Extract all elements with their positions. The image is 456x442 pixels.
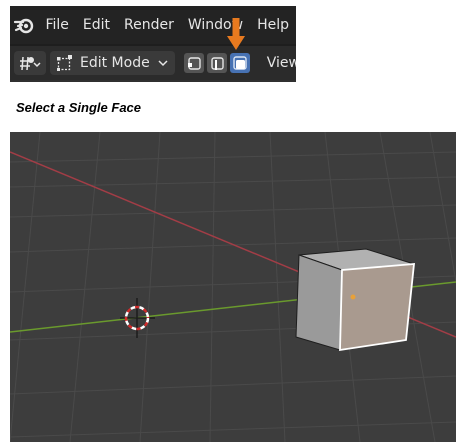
3d-cursor-icon[interactable]: [120, 298, 155, 338]
pivot-icon: [20, 56, 41, 71]
menu-edit[interactable]: Edit: [76, 6, 117, 44]
edit-mode-icon: [57, 55, 72, 71]
face-center-dot: [350, 294, 356, 300]
view-menu[interactable]: View: [267, 55, 296, 71]
menu-help[interactable]: Help: [250, 6, 296, 44]
chevron-down-icon: [158, 60, 168, 67]
select-mode-group: [183, 53, 253, 73]
cube-mesh[interactable]: [295, 248, 416, 352]
highlight-arrow-icon: [227, 18, 245, 50]
face-select-icon: [233, 56, 247, 70]
blender-logo-icon[interactable]: [10, 6, 38, 44]
menu-bar: File Edit Render Window Help: [10, 6, 296, 44]
menu-file[interactable]: File: [38, 6, 75, 44]
tool-shelf-strip: [10, 80, 296, 82]
selected-face[interactable]: [339, 263, 416, 352]
vertex-select-button[interactable]: [183, 53, 204, 73]
transform-pivot-dropdown[interactable]: [14, 51, 46, 75]
menu-render[interactable]: Render: [117, 6, 181, 44]
face-select-button[interactable]: [229, 53, 250, 73]
header-toolbar: Edit Mode View: [10, 46, 296, 80]
instruction-caption: Select a Single Face: [16, 100, 142, 115]
blender-window: File Edit Render Window Help Edit Mode V…: [10, 6, 296, 82]
viewport-scene: [10, 132, 456, 442]
edge-select-button[interactable]: [206, 53, 227, 73]
edge-select-icon: [211, 57, 224, 70]
mode-dropdown[interactable]: Edit Mode: [50, 51, 175, 75]
mode-label: Edit Mode: [80, 55, 150, 71]
3d-viewport[interactable]: [10, 132, 456, 442]
vertex-select-icon: [187, 57, 201, 70]
